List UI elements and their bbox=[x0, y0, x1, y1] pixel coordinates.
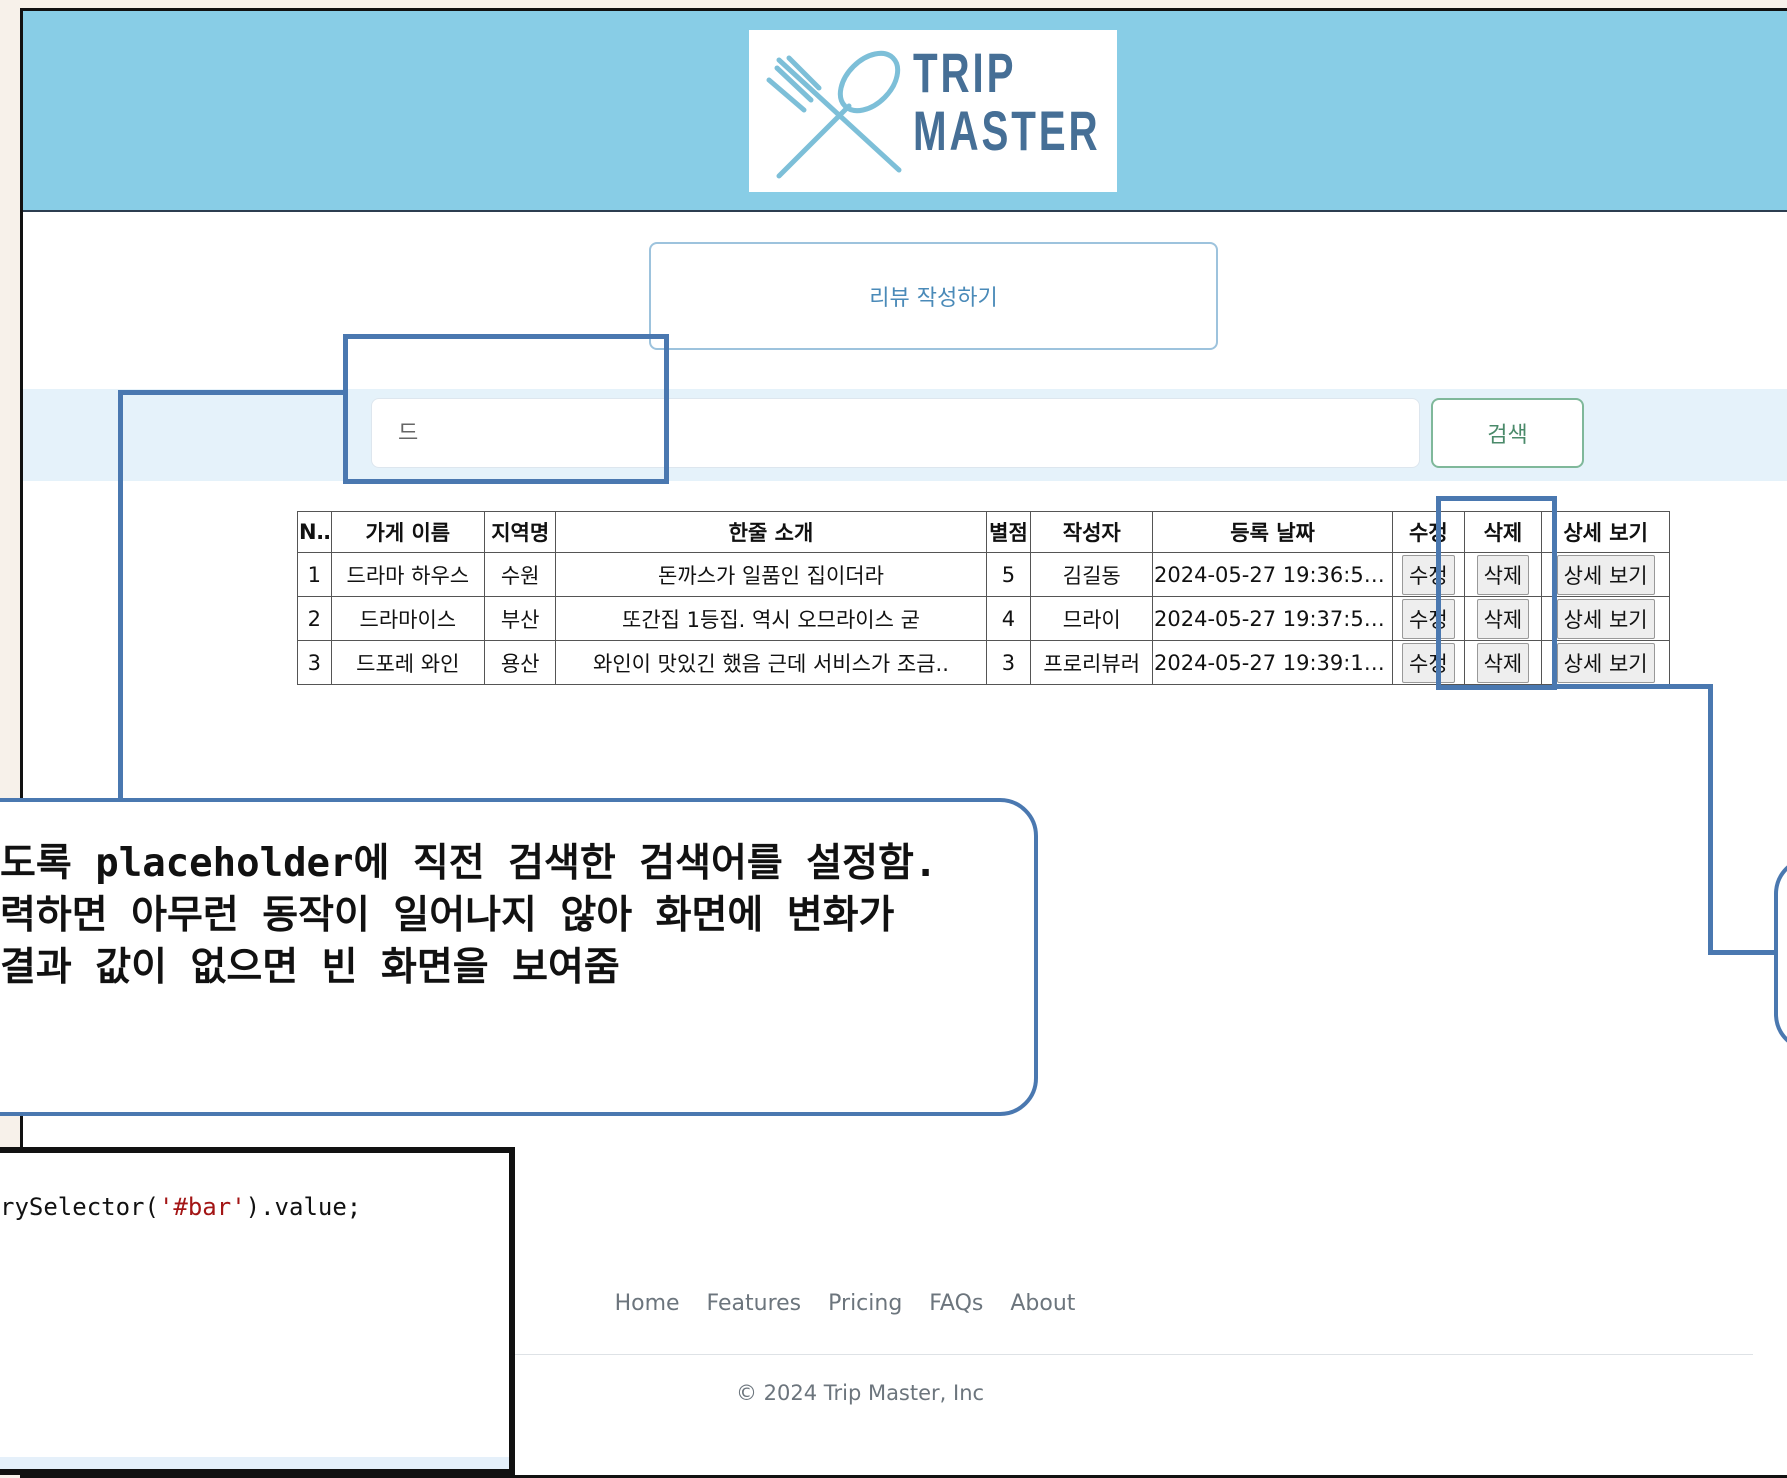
code-after: ).value; bbox=[245, 1193, 362, 1221]
logo-line2: MASTER bbox=[913, 99, 1101, 162]
annotation-line3: 결과 값이 없으면 빈 화면을 보여줌 bbox=[0, 945, 620, 990]
logo-line1: TRIP bbox=[913, 41, 1017, 104]
detail-button[interactable]: 상세 보기 bbox=[1556, 642, 1655, 683]
cell-store: 드포레 와인 bbox=[330, 640, 485, 685]
cell-store: 드라마 하우스 bbox=[330, 552, 485, 597]
connector-line-left-v bbox=[118, 390, 123, 800]
annotation-callout-right bbox=[1774, 856, 1787, 1052]
site-header: TRIP MASTER bbox=[23, 11, 1787, 212]
col-intro: 한줄 소개 bbox=[555, 511, 987, 553]
annotation-line1: 도록 placeholder에 직전 검색한 검색어를 설정함. bbox=[0, 841, 938, 886]
code-current-line bbox=[0, 1457, 509, 1469]
cell-store: 드라마이스 bbox=[330, 596, 485, 641]
cell-date: 2024-05-27 19:37:54.0 bbox=[1152, 596, 1394, 641]
site-logo[interactable]: TRIP MASTER bbox=[749, 30, 1117, 192]
code-line: rySelector('#bar').value; bbox=[0, 1193, 361, 1221]
cell-intro: 와인이 맛있긴 했음 근데 서비스가 조금.. bbox=[555, 640, 987, 685]
connector-line-right-v bbox=[1708, 684, 1713, 955]
col-date: 등록 날짜 bbox=[1152, 511, 1394, 553]
delete-column-highlight bbox=[1436, 496, 1557, 690]
cell-author: 프로리뷰러 bbox=[1030, 640, 1154, 685]
annotation-line2: 력하면 아무런 동작이 일어나지 않아 화면에 변화가 bbox=[0, 893, 895, 938]
cell-date: 2024-05-27 19:39:15.0 bbox=[1152, 640, 1394, 685]
cell-no: 2 bbox=[297, 596, 332, 641]
col-region: 지역명 bbox=[483, 511, 557, 553]
cell-no: 3 bbox=[297, 640, 332, 685]
code-before: rySelector( bbox=[0, 1193, 159, 1221]
col-rating: 별점 bbox=[985, 511, 1032, 553]
detail-button[interactable]: 상세 보기 bbox=[1556, 554, 1655, 595]
footer-link-home[interactable]: Home bbox=[615, 1291, 680, 1316]
code-string: '#bar' bbox=[158, 1193, 246, 1221]
logo-wordmark: TRIP MASTER bbox=[913, 44, 1101, 160]
fork-spoon-icon bbox=[766, 50, 902, 179]
cell-no: 1 bbox=[297, 552, 332, 597]
cell-detail: 상세 보기 bbox=[1541, 640, 1670, 685]
cell-detail: 상세 보기 bbox=[1541, 552, 1670, 597]
col-store: 가게 이름 bbox=[330, 511, 485, 553]
cell-rating: 3 bbox=[985, 640, 1032, 685]
connector-line-left-h bbox=[118, 390, 345, 395]
cell-region: 수원 bbox=[483, 552, 557, 597]
search-button[interactable]: 검색 bbox=[1431, 398, 1584, 468]
footer-link-about[interactable]: About bbox=[1010, 1291, 1075, 1316]
cell-author: 므라이 bbox=[1030, 596, 1154, 641]
write-review-button[interactable]: 리뷰 작성하기 bbox=[649, 242, 1218, 350]
connector-line-right-h1 bbox=[1556, 684, 1713, 689]
code-snippet-window: rySelector('#bar').value; bbox=[0, 1147, 515, 1475]
detail-button[interactable]: 상세 보기 bbox=[1556, 598, 1655, 639]
cell-rating: 5 bbox=[985, 552, 1032, 597]
footer-link-features[interactable]: Features bbox=[707, 1291, 802, 1316]
footer-link-pricing[interactable]: Pricing bbox=[828, 1291, 902, 1316]
col-detail: 상세 보기 bbox=[1541, 511, 1670, 553]
cell-date: 2024-05-27 19:36:58.0 bbox=[1152, 552, 1394, 597]
search-input-highlight bbox=[343, 334, 669, 484]
cell-region: 부산 bbox=[483, 596, 557, 641]
annotation-text: 도록 placeholder에 직전 검색한 검색어를 설정함. 력하면 아무런… bbox=[0, 838, 1020, 994]
cell-intro: 또간집 1등집. 역시 오므라이스 굳 bbox=[555, 596, 987, 641]
footer-link-faqs[interactable]: FAQs bbox=[929, 1291, 983, 1316]
col-no: No bbox=[297, 511, 332, 553]
cell-intro: 돈까스가 일품인 집이더라 bbox=[555, 552, 987, 597]
cell-region: 용산 bbox=[483, 640, 557, 685]
cell-detail: 상세 보기 bbox=[1541, 596, 1670, 641]
footer-divider bbox=[453, 1354, 1753, 1355]
cell-rating: 4 bbox=[985, 596, 1032, 641]
cell-author: 김길동 bbox=[1030, 552, 1154, 597]
col-author: 작성자 bbox=[1030, 511, 1154, 553]
